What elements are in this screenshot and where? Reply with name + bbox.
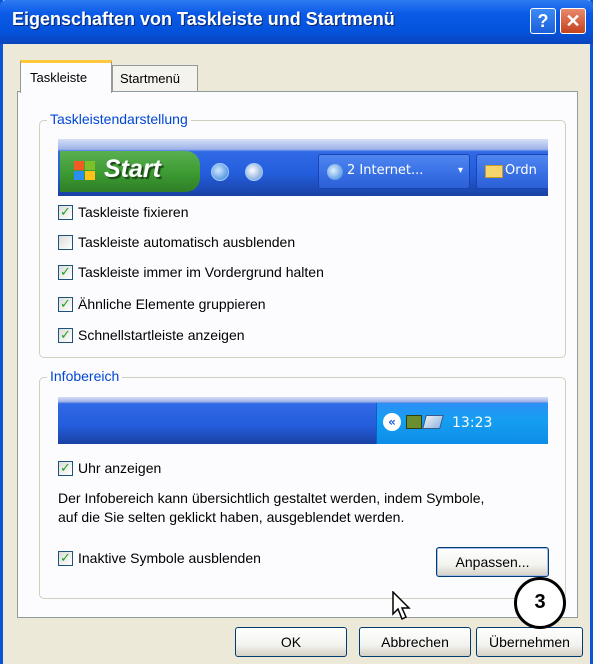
dropdown-arrow-icon: ▾ [457,165,463,176]
check-icon: ✓ [60,297,71,312]
taskbar-appearance-legend: Taskleistendarstellung [47,111,191,127]
checkbox-label: Inaktive Symbole ausblenden [78,550,261,566]
help-button[interactable]: ? [530,8,556,34]
task-button-folder: Ordn [476,154,548,189]
tray-clock: 13:23 [452,415,493,431]
title-bar[interactable]: Eigenschaften von Taskleiste und Startme… [0,0,593,44]
tray-app-icon [422,415,444,429]
apply-button[interactable]: Übernehmen [476,627,583,657]
checkbox[interactable] [58,235,73,250]
task-button-internet-label: 2 Internet... [347,163,424,178]
description-line-1: Der Infobereich kann übersichtlich gesta… [58,490,485,506]
system-tray: « 13:23 [376,403,548,444]
check-icon: ✓ [60,328,71,343]
customize-button[interactable]: Anpassen... [436,547,549,577]
checkbox[interactable]: ✓ [58,551,73,566]
start-label: Start [104,155,161,183]
checkbox-label: Schnellstartleiste anzeigen [78,327,245,343]
ie-icon [327,164,343,180]
check-icon: ✓ [60,461,71,476]
checkbox-label: Taskleiste immer im Vordergrund halten [78,264,324,280]
checkbox[interactable]: ✓ [58,205,73,220]
windows-flag-icon [74,161,96,181]
tab-startmenue[interactable]: Startmenü [112,65,198,92]
window-title: Eigenschaften von Taskleiste und Startme… [12,9,395,29]
close-button[interactable]: ✕ [560,8,586,34]
checkbox[interactable]: ✓ [58,297,73,312]
cancel-button[interactable]: Abbrechen [359,627,471,657]
network-icon [406,415,422,429]
taskbar-preview: Start 2 Internet... ▾ Ordn [58,139,548,196]
task-button-folder-label: Ordn [505,163,537,178]
show-hidden-icons-chevron-icon: « [383,413,401,431]
notification-area-description: Der Infobereich kann übersichtlich gesta… [58,489,558,527]
check-icon: ✓ [60,551,71,566]
checkbox-label: Uhr anzeigen [78,460,162,476]
tray-preview: « 13:23 [58,397,548,444]
check-icon: ✓ [60,205,71,220]
folder-icon [485,165,503,178]
tab-taskleiste[interactable]: Taskleiste [20,60,112,93]
start-button-preview: Start [60,151,200,192]
mouse-pointer-icon [392,591,411,621]
checkbox[interactable]: ✓ [58,328,73,343]
ok-button[interactable]: OK [235,627,347,657]
task-button-internet: 2 Internet... ▾ [318,154,470,189]
quicklaunch-outlook-icon [245,163,263,181]
checkbox-label: Taskleiste automatisch ausblenden [78,234,296,250]
checkbox-label: Ähnliche Elemente gruppieren [78,296,266,312]
checkbox-label: Taskleiste fixieren [78,204,189,220]
checkbox[interactable]: ✓ [58,265,73,280]
step-number-annotation: 3 [514,577,566,629]
checkbox[interactable]: ✓ [58,461,73,476]
description-line-2: auf die Sie selten geklickt haben, ausge… [58,509,405,525]
quicklaunch-ie-icon [211,163,229,181]
notification-area-legend: Infobereich [47,368,123,384]
check-icon: ✓ [60,265,71,280]
